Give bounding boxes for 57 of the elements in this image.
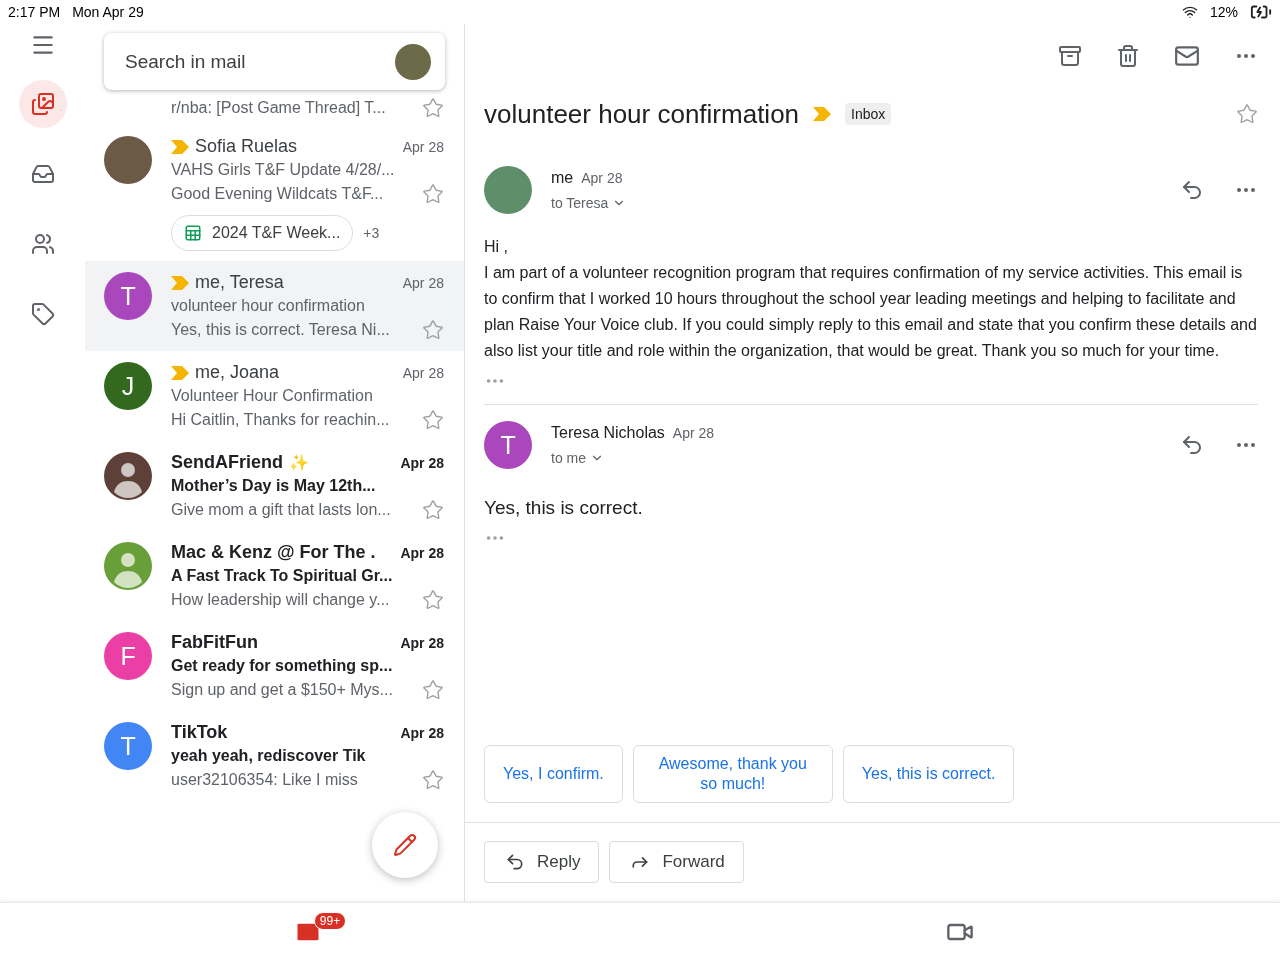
email-subject: A Fast Track To Spiritual Gr... bbox=[171, 567, 394, 585]
unread-badge: 99+ bbox=[313, 911, 347, 930]
email-date: Apr 28 bbox=[400, 634, 444, 651]
message-greeting: Hi , bbox=[484, 237, 509, 257]
email-date: Apr 28 bbox=[400, 544, 444, 561]
email-row[interactable]: T me, Teresa Apr 28 volunteer hour confirmation Yes, this is correct. Teresa Ni... bbox=[85, 261, 464, 351]
email-sender: TikTok bbox=[171, 722, 228, 743]
email-snippet: Hi Caitlin, Thanks for reachin... bbox=[171, 411, 390, 429]
inbox-label: Inbox bbox=[845, 103, 892, 125]
recipients-toggle[interactable]: to me bbox=[551, 450, 604, 466]
email-snippet: r/nba: [Post Game Thread] T... bbox=[171, 98, 386, 117]
email-subject: Volunteer Hour Confirmation bbox=[171, 387, 374, 405]
email-snippet: Sign up and get a $150+ Mys... bbox=[171, 681, 393, 699]
email-snippet: How leadership will change y... bbox=[171, 591, 390, 609]
email-snippet: user32106354: Like I miss bbox=[171, 771, 358, 789]
message-body: Yes, this is correct. bbox=[484, 496, 644, 520]
status-time: 2:17 PM bbox=[8, 4, 61, 20]
avatar: T bbox=[104, 272, 152, 320]
forward-button[interactable]: Forward bbox=[609, 841, 744, 883]
email-subject: Get ready for something sp... bbox=[171, 657, 394, 675]
email-sender: me, Joana bbox=[195, 362, 280, 383]
message-sender: Teresa Nicholas bbox=[551, 424, 665, 441]
smart-reply-button[interactable]: Yes, I confirm. bbox=[484, 745, 623, 803]
avatar: T bbox=[484, 421, 532, 469]
message-date: Apr 28 bbox=[581, 170, 623, 186]
email-snippet: Give mom a gift that lasts lon... bbox=[171, 501, 391, 519]
avatar: T bbox=[104, 722, 152, 770]
email-date: Apr 28 bbox=[400, 724, 444, 741]
email-subject: volunteer hour confirmation bbox=[171, 297, 366, 315]
more-attachments-count: +3 bbox=[363, 225, 380, 241]
email-snippet: Yes, this is correct. Teresa Ni... bbox=[171, 321, 390, 339]
battery-percent: 12% bbox=[1209, 4, 1238, 20]
email-subject: yeah yeah, rediscover Tik bbox=[171, 747, 367, 765]
email-date: Apr 28 bbox=[402, 138, 444, 155]
email-title: volunteer hour confirmation bbox=[484, 98, 800, 130]
email-subject: VAHS Girls T&F Update 4/28/... bbox=[171, 161, 396, 179]
avatar: J bbox=[104, 362, 152, 410]
email-sender: Sofia Ruelas bbox=[195, 136, 298, 157]
email-sender: me, Teresa bbox=[195, 272, 284, 293]
status-date: Mon Apr 29 bbox=[72, 4, 144, 20]
recipients-toggle[interactable]: to Teresa bbox=[551, 195, 627, 211]
email-snippet: Good Evening Wildcats T&F... bbox=[171, 185, 384, 203]
reply-button[interactable]: Reply bbox=[484, 841, 600, 883]
sparkles-emoji: ✨ bbox=[289, 453, 309, 472]
message-sender: me bbox=[551, 169, 574, 186]
smart-reply-button[interactable]: Yes, this is correct. bbox=[842, 745, 1015, 803]
smart-reply-button[interactable]: Awesome, thank you so much! bbox=[632, 745, 833, 803]
email-date: Apr 28 bbox=[402, 274, 444, 291]
email-sender: Mac & Kenz @ For The . bbox=[171, 542, 376, 563]
message-body: I am part of a volunteer recognition program that requires confirmation of my service activities. This email is to confirm that I worked 10 hours throughout the school year leading meetings and helping to facilitate and plan Raise Your Voice club. If you could simply reply to this email and state that you confirm these details and also list your title and role within the organization, that would be great. Thank you so much for your time. bbox=[484, 263, 1258, 361]
email-date: Apr 28 bbox=[400, 454, 444, 471]
email-date: Apr 28 bbox=[402, 364, 444, 381]
message-date: Apr 28 bbox=[672, 425, 715, 441]
email-subject: Mother’s Day is May 12th... bbox=[171, 477, 377, 495]
email-sender: SendAFriend bbox=[171, 452, 283, 473]
email-sender: FabFitFun bbox=[171, 632, 258, 653]
avatar: F bbox=[104, 632, 152, 680]
